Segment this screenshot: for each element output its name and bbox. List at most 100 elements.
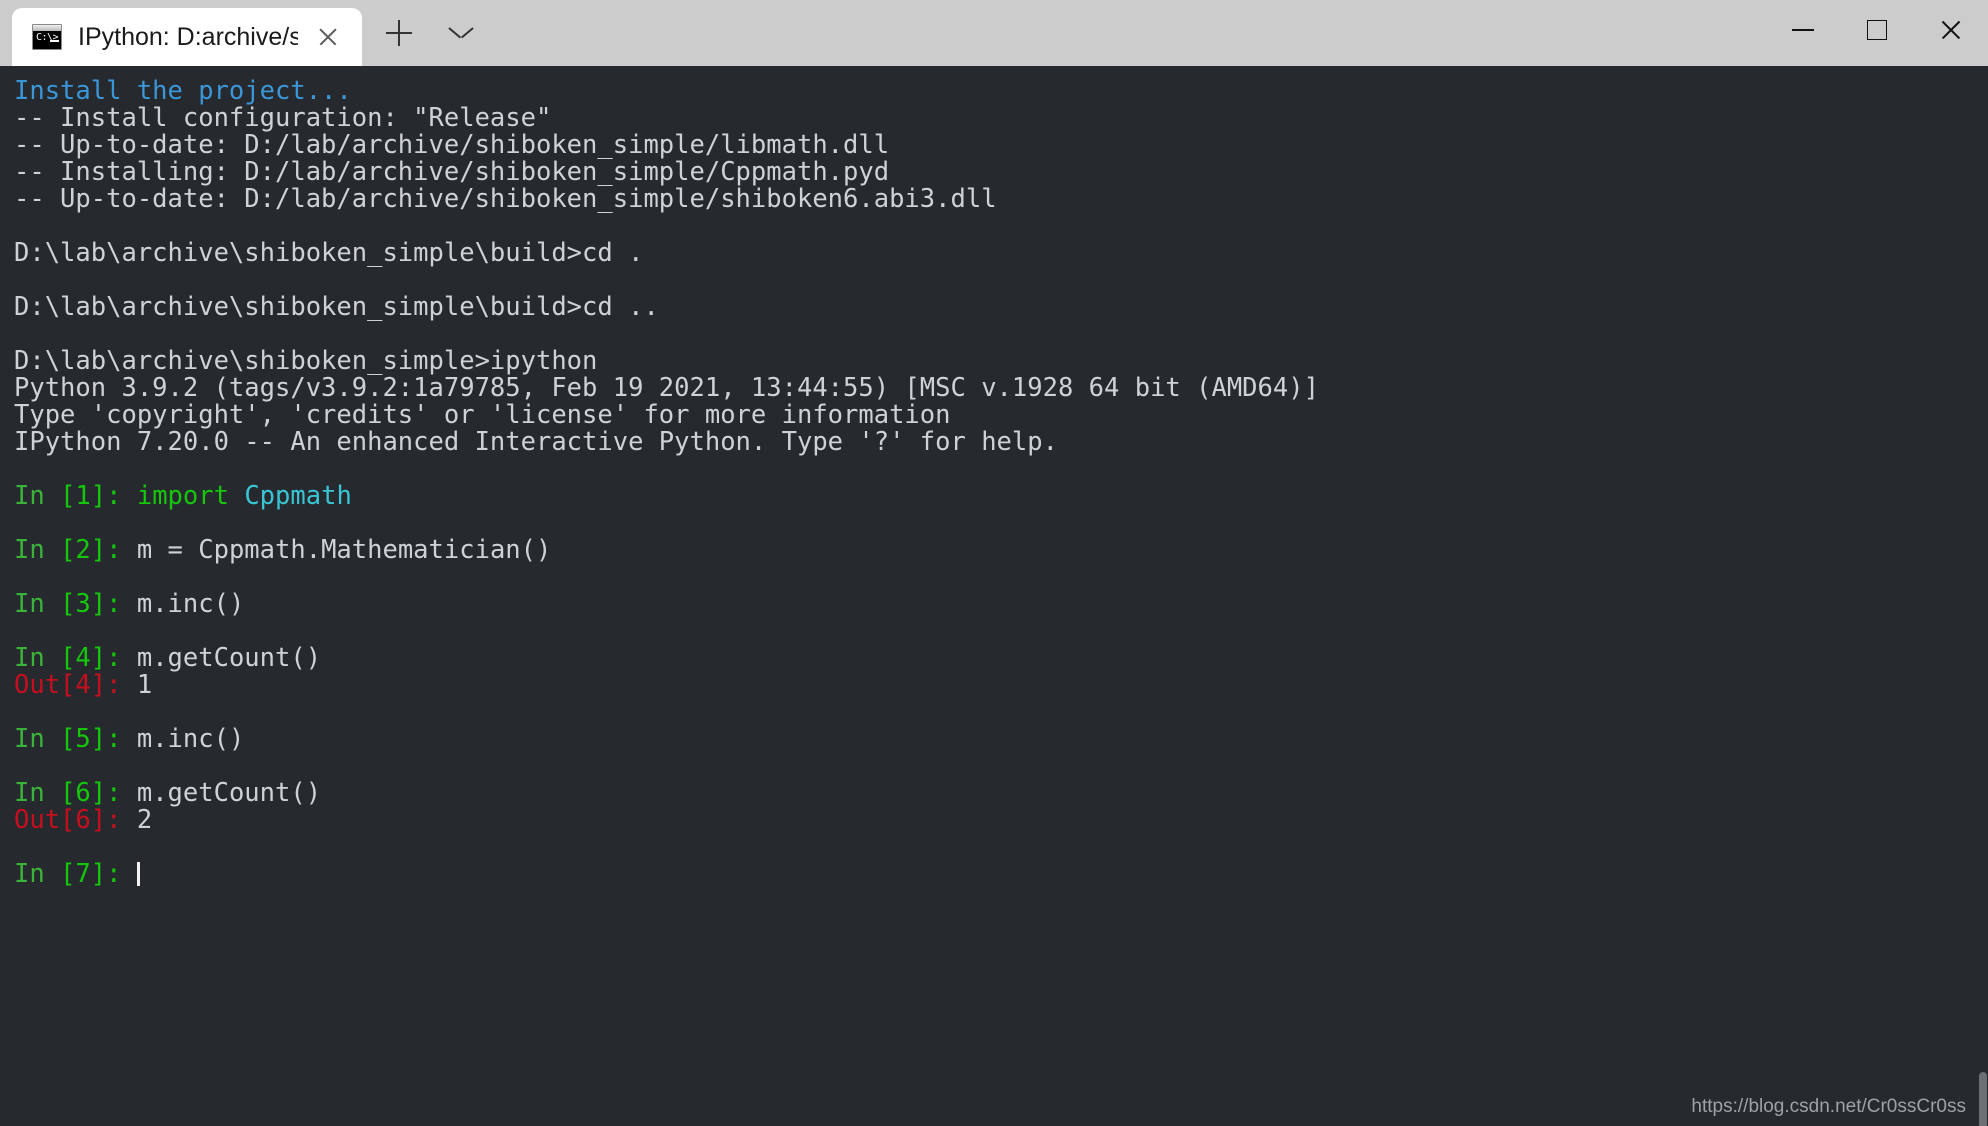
terminal-text: In bbox=[14, 778, 61, 808]
terminal-text: Type 'copyright', 'credits' or 'license'… bbox=[14, 400, 951, 430]
terminal-line-blank-2 bbox=[14, 267, 1988, 294]
tab-dropdown-button[interactable] bbox=[430, 0, 492, 66]
terminal-text: In bbox=[14, 589, 61, 619]
terminal-text: Out[4]: bbox=[14, 670, 122, 700]
terminal-text: -- Up-to-date: D:/lab/archive/shiboken_s… bbox=[14, 184, 997, 214]
terminal-line-out-6: Out[6]: 2 bbox=[14, 807, 1988, 834]
terminal-line-cmake-install-config: -- Install configuration: "Release" bbox=[14, 105, 1988, 132]
terminal-text: Cppmath bbox=[244, 481, 352, 511]
terminal-text: In bbox=[14, 724, 61, 754]
tab-strip: C:\> IPython: D:archive/shiboken_sim bbox=[0, 0, 362, 66]
terminal-text: m.getCount() bbox=[121, 778, 322, 808]
terminal-line-list: Install the project... -- Install configu… bbox=[14, 78, 1988, 888]
minimize-icon bbox=[1792, 29, 1814, 31]
terminal-text: -- Up-to-date: D:/lab/archive/shiboken_s… bbox=[14, 130, 890, 160]
terminal-line-in-1: In [1]: import Cppmath bbox=[14, 483, 1988, 510]
terminal-text: In bbox=[14, 535, 61, 565]
terminal-line-blank-3 bbox=[14, 321, 1988, 348]
titlebar-drag-area[interactable] bbox=[492, 0, 1766, 66]
terminal-text: 1 bbox=[121, 670, 153, 700]
terminal-line-blank-5 bbox=[14, 510, 1988, 537]
terminal-line-prompt-cd-dotdot: D:\lab\archive\shiboken_simple\build>cd … bbox=[14, 294, 1988, 321]
terminal-line-cmake-uptodate-libmath: -- Up-to-date: D:/lab/archive/shiboken_s… bbox=[14, 132, 1988, 159]
terminal-text: Python 3.9.2 (tags/v3.9.2:1a79785, Feb 1… bbox=[14, 373, 1319, 403]
terminal-line-out-4: Out[4]: 1 bbox=[14, 672, 1988, 699]
minimize-button[interactable] bbox=[1766, 0, 1840, 60]
terminal-line-python-copyright: Type 'copyright', 'credits' or 'license'… bbox=[14, 402, 1988, 429]
tab-close-icon[interactable] bbox=[308, 17, 348, 57]
new-tab-button[interactable] bbox=[368, 0, 430, 66]
terminal-line-in-5: In [5]: m.inc() bbox=[14, 726, 1988, 753]
terminal-text: import bbox=[136, 481, 229, 511]
close-button[interactable] bbox=[1914, 0, 1988, 60]
terminal-text: m.inc() bbox=[121, 724, 245, 754]
scrollbar-track[interactable] bbox=[1978, 132, 1988, 1126]
terminal-line-cmake-uptodate-shiboken: -- Up-to-date: D:/lab/archive/shiboken_s… bbox=[14, 186, 1988, 213]
terminal-text: In bbox=[14, 481, 61, 511]
terminal-text: [2]: bbox=[60, 535, 122, 565]
terminal-line-in-7: In [7]: bbox=[14, 861, 1988, 888]
terminal-text: In bbox=[14, 859, 61, 889]
tab-ipython[interactable]: C:\> IPython: D:archive/shiboken_sim bbox=[12, 8, 362, 66]
terminal-text: D:\lab\archive\shiboken_simple>ipython bbox=[14, 346, 598, 376]
terminal-text: [4]: bbox=[60, 643, 122, 673]
terminal-line-in-6: In [6]: m.getCount() bbox=[14, 780, 1988, 807]
terminal-text: m = Cppmath.Mathematician() bbox=[121, 535, 552, 565]
terminal-text: -- Installing: D:/lab/archive/shiboken_s… bbox=[14, 157, 890, 187]
tab-title: IPython: D:archive/shiboken_sim bbox=[78, 23, 298, 51]
terminal-line-blank-4 bbox=[14, 456, 1988, 483]
scrollbar-thumb[interactable] bbox=[1979, 1072, 1987, 1126]
console-icon: C:\> bbox=[32, 24, 62, 50]
chevron-down-icon bbox=[449, 26, 473, 40]
terminal-text: In bbox=[14, 643, 61, 673]
terminal-line-in-4: In [4]: m.getCount() bbox=[14, 645, 1988, 672]
terminal-line-prompt-ipython: D:\lab\archive\shiboken_simple>ipython bbox=[14, 348, 1988, 375]
terminal-text: 2 bbox=[121, 805, 153, 835]
terminal-line-blank-6 bbox=[14, 564, 1988, 591]
title-bar: C:\> IPython: D:archive/shiboken_sim bbox=[0, 0, 1988, 66]
terminal-line-blank-7 bbox=[14, 618, 1988, 645]
terminal-window: C:\> IPython: D:archive/shiboken_sim bbox=[0, 0, 1988, 1126]
terminal-line-blank-9 bbox=[14, 753, 1988, 780]
terminal-line-in-2: In [2]: m = Cppmath.Mathematician() bbox=[14, 537, 1988, 564]
terminal-line-python-version: Python 3.9.2 (tags/v3.9.2:1a79785, Feb 1… bbox=[14, 375, 1988, 402]
terminal-text: m.inc() bbox=[121, 589, 245, 619]
terminal-line-prompt-cd-dot: D:\lab\archive\shiboken_simple\build>cd … bbox=[14, 240, 1988, 267]
terminal-line-ipython-banner: IPython 7.20.0 -- An enhanced Interactiv… bbox=[14, 429, 1988, 456]
tab-bar-actions bbox=[362, 0, 492, 66]
terminal-text: [5]: bbox=[60, 724, 122, 754]
terminal-text: Install the project... bbox=[14, 76, 352, 106]
text-cursor bbox=[136, 862, 140, 886]
terminal-line-blank-8 bbox=[14, 699, 1988, 726]
terminal-line-cmake-installing-cppmath: -- Installing: D:/lab/archive/shiboken_s… bbox=[14, 159, 1988, 186]
window-controls bbox=[1766, 0, 1988, 66]
terminal-text: [6]: bbox=[60, 778, 122, 808]
terminal-line-in-3: In [3]: m.inc() bbox=[14, 591, 1988, 618]
terminal-text: [1]: bbox=[60, 481, 122, 511]
watermark: https://blog.csdn.net/Cr0ssCr0ss bbox=[1691, 1096, 1966, 1117]
terminal-output-pane[interactable]: Install the project... -- Install configu… bbox=[0, 66, 1988, 1126]
terminal-text: m.getCount() bbox=[121, 643, 322, 673]
terminal-line-blank-10 bbox=[14, 834, 1988, 861]
maximize-button[interactable] bbox=[1840, 0, 1914, 60]
terminal-text: [7]: bbox=[60, 859, 122, 889]
terminal-line-blank-1 bbox=[14, 213, 1988, 240]
terminal-text: D:\lab\archive\shiboken_simple\build>cd … bbox=[14, 238, 644, 268]
terminal-text: D:\lab\archive\shiboken_simple\build>cd … bbox=[14, 292, 659, 322]
terminal-text: -- Install configuration: "Release" bbox=[14, 103, 552, 133]
terminal-text: Out[6]: bbox=[14, 805, 122, 835]
terminal-text: IPython 7.20.0 -- An enhanced Interactiv… bbox=[14, 427, 1058, 457]
